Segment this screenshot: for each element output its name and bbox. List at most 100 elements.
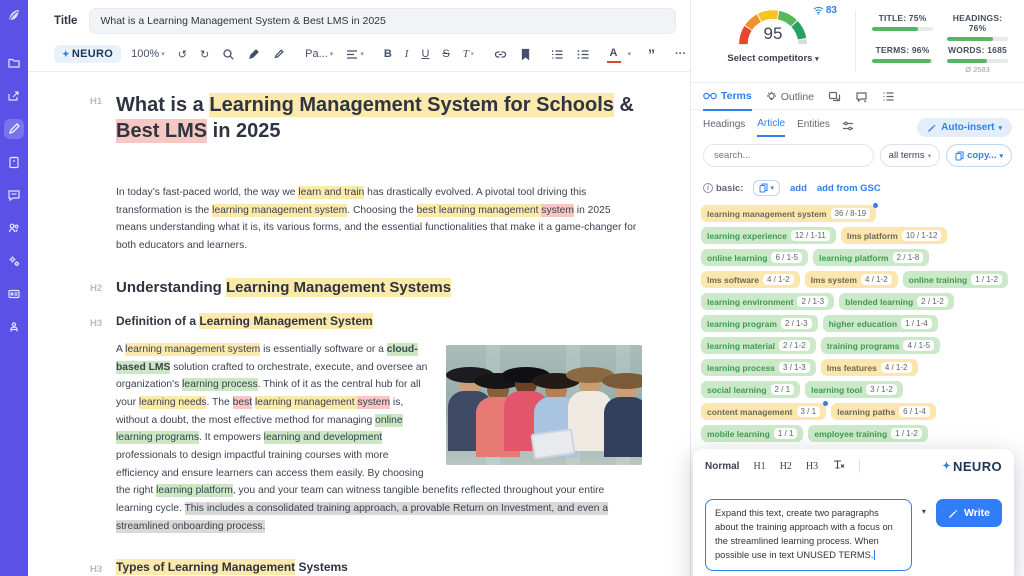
doc-paragraph-block[interactable]: In today’s fast-paced world, the way we …: [90, 184, 642, 255]
underline-button[interactable]: U: [418, 46, 432, 62]
term-badge[interactable]: mobile learning1 / 1: [701, 425, 803, 442]
term-badge[interactable]: employee training1 / 1-2: [808, 425, 927, 442]
bold-button[interactable]: B: [381, 46, 395, 62]
strikethrough-button[interactable]: S: [439, 46, 452, 62]
subtab-article[interactable]: Article: [757, 118, 785, 137]
ai-format-h1[interactable]: H1: [753, 461, 765, 472]
heading-level-label: H1: [90, 92, 116, 144]
text-color-select[interactable]: A: [607, 46, 621, 63]
share-export-icon[interactable]: [4, 86, 24, 106]
ai-format-h2[interactable]: H2: [780, 461, 792, 472]
id-card-icon[interactable]: [4, 284, 24, 304]
copy-terms-dropdown[interactable]: copy...▾: [946, 144, 1012, 167]
editor-pen-icon[interactable]: [4, 119, 24, 139]
clear-format-button[interactable]: Tx: [460, 46, 477, 62]
ai-write-button[interactable]: Write: [936, 499, 1002, 527]
undo-button[interactable]: ↺: [175, 46, 190, 63]
filter-sliders-icon[interactable]: [842, 121, 854, 135]
doc-text[interactable]: Understanding Learning Management System…: [116, 279, 642, 296]
doc-text[interactable]: In today’s fast-paced world, the way we …: [116, 184, 642, 255]
community-users-icon[interactable]: [4, 218, 24, 238]
terms-search-input[interactable]: [703, 144, 874, 167]
term-badge[interactable]: blended learning2 / 1-2: [839, 293, 954, 310]
term-badge[interactable]: learning tool3 / 1-2: [805, 381, 903, 398]
term-badge[interactable]: learning platform2 / 1-8: [813, 249, 929, 266]
competitor-pages-icon[interactable]: [828, 91, 841, 110]
doc-heading-block[interactable]: H3Types of Learning Management Systems: [90, 560, 642, 575]
term-badge[interactable]: learning paths6 / 1-4: [831, 403, 936, 420]
signal-score: 83: [813, 5, 837, 16]
term-badge[interactable]: content management3 / 1: [701, 403, 826, 420]
doc-text[interactable]: A learning management system is essentia…: [116, 341, 642, 536]
select-competitors-dropdown[interactable]: Select competitors ▾: [727, 53, 818, 64]
projects-folder-icon[interactable]: [4, 53, 24, 73]
term-badge[interactable]: higher education1 / 1-4: [823, 315, 938, 332]
app-logo-feather-icon[interactable]: [4, 6, 24, 26]
term-count: 10 / 1-12: [902, 230, 942, 241]
term-badge[interactable]: learning management system36 / 8-19: [701, 205, 876, 222]
subtab-headings[interactable]: Headings: [703, 119, 745, 136]
doc-text[interactable]: Types of Learning Management Systems: [116, 560, 642, 575]
ai-prompt-presets-caret[interactable]: ▾: [918, 499, 930, 524]
add-term-link[interactable]: add: [790, 183, 807, 194]
link-icon[interactable]: [491, 46, 510, 63]
term-badge[interactable]: learning process3 / 1-3: [701, 359, 816, 376]
term-badge[interactable]: learning material2 / 1-2: [701, 337, 816, 354]
term-badge[interactable]: learning program2 / 1-3: [701, 315, 818, 332]
tab-outline[interactable]: Outline: [766, 91, 814, 110]
pencil-icon[interactable]: [270, 46, 288, 62]
doc-paragraph-block[interactable]: A learning management system is essentia…: [90, 341, 642, 536]
term-text: learning environment: [707, 297, 793, 307]
text-run: . Choosing the: [347, 205, 416, 216]
checklist-icon[interactable]: [882, 91, 895, 109]
ordered-list-icon[interactable]: [548, 47, 567, 62]
auto-insert-button[interactable]: Auto-insert▾: [917, 118, 1012, 137]
document-content[interactable]: H1What is a Learning Management System f…: [28, 72, 690, 576]
italic-button[interactable]: I: [402, 46, 412, 62]
zoom-select[interactable]: 100%▾: [128, 46, 168, 62]
basic-copy-dropdown[interactable]: ▾: [753, 180, 780, 196]
text-color-caret[interactable]: ▾: [628, 50, 632, 58]
title-input[interactable]: [89, 8, 676, 34]
doc-heading-block[interactable]: H3Definition of a Learning Management Sy…: [90, 314, 642, 329]
align-select[interactable]: ▾: [343, 47, 367, 62]
doc-text[interactable]: Definition of a Learning Management Syst…: [116, 314, 642, 329]
chat-feedback-icon[interactable]: [4, 185, 24, 205]
settings-gears-icon[interactable]: [4, 251, 24, 271]
terms-filter-dropdown[interactable]: all terms▾: [880, 144, 940, 167]
ai-format-h3[interactable]: H3: [806, 461, 818, 472]
bookmark-icon[interactable]: [517, 46, 534, 62]
term-badge[interactable]: lms system4 / 1-2: [805, 271, 898, 288]
subtab-entities[interactable]: Entities: [797, 119, 830, 136]
paragraph-style-select[interactable]: Pa...▾: [302, 46, 336, 62]
bullet-list-icon[interactable]: [574, 47, 593, 62]
more-options-button[interactable]: ···: [672, 46, 689, 62]
ai-format-normal[interactable]: Normal: [705, 461, 739, 472]
doc-text[interactable]: What is a Learning Management System for…: [116, 92, 642, 144]
term-badge[interactable]: online training1 / 1-2: [903, 271, 1008, 288]
term-badge[interactable]: learning experience12 / 1-11: [701, 227, 836, 244]
comments-icon[interactable]: [855, 91, 868, 110]
term-badge[interactable]: learning environment2 / 1-3: [701, 293, 834, 310]
tab-terms[interactable]: Terms: [703, 90, 752, 111]
search-icon[interactable]: [219, 46, 238, 63]
term-badge[interactable]: lms platform10 / 1-12: [841, 227, 948, 244]
text-run: What is a: [116, 94, 209, 116]
doc-heading-block[interactable]: H1What is a Learning Management System f…: [90, 92, 642, 144]
clipboard-icon[interactable]: [4, 152, 24, 172]
doc-heading-block[interactable]: H2Understanding Learning Management Syst…: [90, 279, 642, 296]
add-from-gsc-link[interactable]: add from GSC: [817, 183, 881, 194]
integrations-icon[interactable]: [4, 317, 24, 337]
highlight-pen-icon[interactable]: [245, 46, 263, 62]
highlighted-term: learn and train: [298, 186, 364, 199]
blockquote-button[interactable]: ”: [645, 44, 658, 64]
term-badge[interactable]: training programs4 / 1-5: [821, 337, 940, 354]
term-badge[interactable]: social learning2 / 1: [701, 381, 800, 398]
ai-prompt-input[interactable]: Expand this text, create two paragraphs …: [705, 499, 912, 571]
redo-button[interactable]: ↻: [197, 46, 212, 63]
term-badge[interactable]: lms features4 / 1-2: [821, 359, 918, 376]
title-bar: Title: [28, 0, 690, 40]
ai-clear-format-icon[interactable]: [832, 457, 845, 475]
term-badge[interactable]: lms software4 / 1-2: [701, 271, 800, 288]
term-badge[interactable]: online learning6 / 1-5: [701, 249, 808, 266]
